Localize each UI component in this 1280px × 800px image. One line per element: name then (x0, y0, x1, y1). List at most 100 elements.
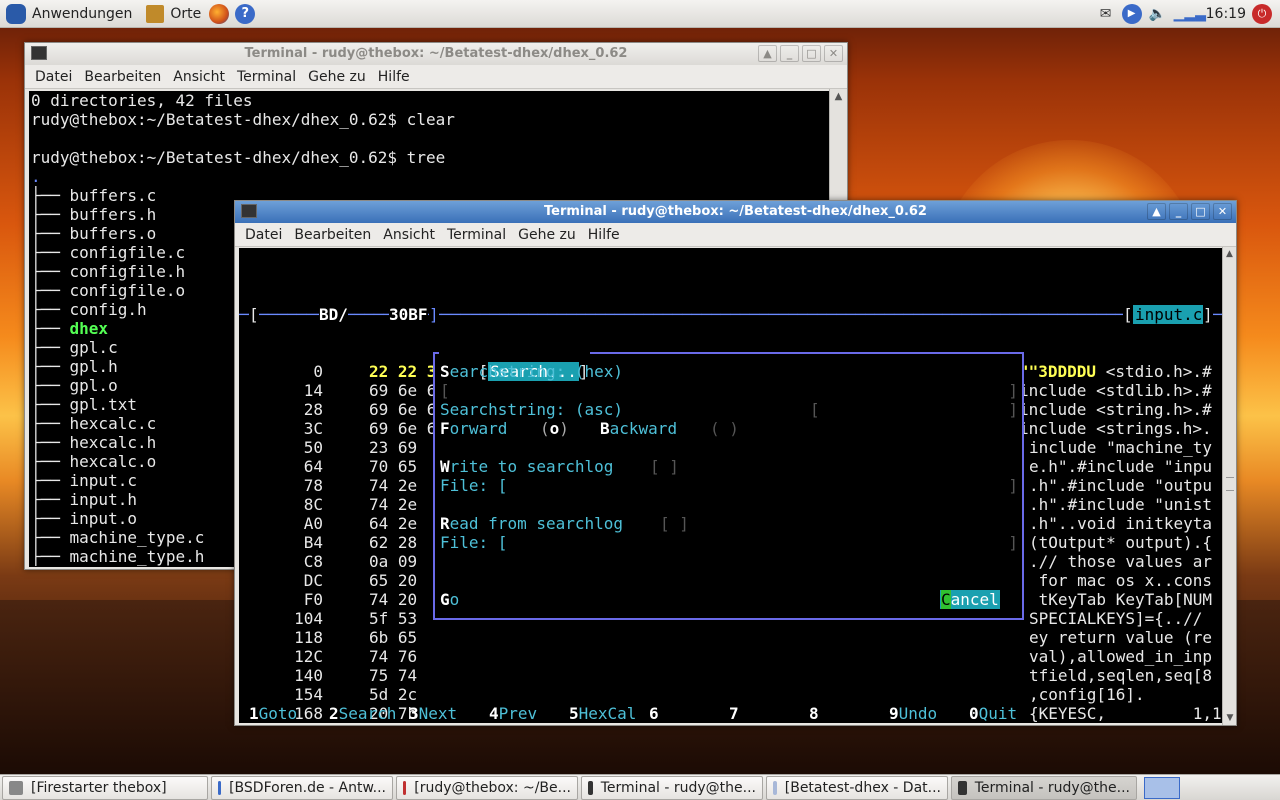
menu-hilfe[interactable]: Hilfe (372, 69, 416, 85)
scroll-grip-icon[interactable] (1226, 477, 1234, 491)
forward-option[interactable]: Forward (440, 419, 507, 438)
search-dialog[interactable]: [Search...] Searchstring: (hex) [] Searc… (433, 343, 1024, 620)
scroll-up-arrow-icon[interactable]: ▲ (830, 89, 847, 105)
ascii-column[interactable]: .h".#include "unist (1029, 495, 1212, 514)
logout-icon[interactable]: ⏻ (1252, 4, 1272, 24)
window-titlebar[interactable]: Terminal - rudy@thebox: ~/Betatest-dhex/… (25, 43, 847, 65)
window-titlebar[interactable]: Terminal - rudy@thebox: ~/Betatest-dhex/… (235, 201, 1236, 223)
hex-bytes-1[interactable]: 74 2e (369, 495, 417, 514)
wifi-signal-icon[interactable]: ▁▂▃ (1174, 4, 1206, 24)
backward-option[interactable]: Backward (600, 419, 677, 438)
cancel-button[interactable]: Cancel (940, 590, 1000, 609)
scroll-up-arrow-icon[interactable]: ▲ (1223, 247, 1236, 261)
ascii-column[interactable]: (tOutput* output).{ (1029, 533, 1212, 552)
help-icon[interactable]: ? (235, 3, 256, 24)
write-file-input[interactable]: File: [] (440, 476, 1018, 495)
maximize-icon[interactable]: □ (802, 45, 821, 62)
ascii-column[interactable]: val),allowed_in_inp (1029, 647, 1212, 666)
menu-ansicht[interactable]: Ansicht (377, 227, 441, 243)
shade-icon[interactable]: ▲ (1147, 203, 1166, 220)
ascii-column[interactable]: .h".#include "outpu (1029, 476, 1212, 495)
ascii-column[interactable]: e.h".#include "inpu (1029, 457, 1212, 476)
clock[interactable]: 16:19 (1206, 6, 1246, 22)
fkey-8[interactable]: 8 (809, 704, 819, 723)
ascii-column[interactable]: include <stdlib.h>.# (1019, 381, 1212, 400)
taskbar-item[interactable]: Terminal - rudy@the... (951, 775, 1137, 800)
taskbar-item[interactable]: Terminal - rudy@the... (581, 775, 763, 800)
volume-icon[interactable]: 🔈 (1148, 4, 1168, 24)
dhex-hex-editor[interactable]: ────────────────────────────────────────… (239, 248, 1222, 723)
fkey-6[interactable]: 6 (649, 704, 659, 723)
minimize-icon[interactable]: _ (1169, 203, 1188, 220)
hex-bytes-1[interactable]: 74 2e (369, 476, 417, 495)
fkey-5[interactable]: 5HexCal (569, 704, 636, 723)
scrollbar[interactable]: ▲ ▼ (1222, 247, 1236, 725)
close-icon[interactable]: ✕ (824, 45, 843, 62)
write-searchlog-checkbox[interactable]: [ ] (650, 457, 679, 476)
menu-terminal[interactable]: Terminal (441, 227, 512, 243)
read-searchlog-option[interactable]: Read from searchlog (440, 514, 623, 533)
media-play-icon[interactable]: ▶ (1121, 4, 1142, 24)
minimize-icon[interactable]: _ (780, 45, 799, 62)
hex-bytes-1[interactable]: 5d 2c (369, 685, 417, 704)
fkey-0[interactable]: 0Quit (969, 704, 1017, 723)
scroll-down-arrow-icon[interactable]: ▼ (1223, 711, 1237, 725)
hex-bytes-1[interactable]: 0a 09 (369, 552, 417, 571)
forward-radio[interactable]: (o) (540, 419, 569, 438)
fkey-2[interactable]: 2Search (329, 704, 396, 723)
close-icon[interactable]: ✕ (1213, 203, 1232, 220)
fkey-3[interactable]: 3Next (409, 704, 457, 723)
places-menu[interactable]: Orte (142, 0, 205, 28)
maximize-icon[interactable]: □ (1191, 203, 1210, 220)
write-searchlog-option[interactable]: Write to searchlog (440, 457, 613, 476)
read-searchlog-checkbox[interactable]: [ ] (660, 514, 689, 533)
ascii-column[interactable]: include <strings.h>. (1019, 419, 1212, 438)
hex-bytes-1[interactable]: 5f 53 (369, 609, 417, 628)
hex-bytes-1[interactable]: 70 65 (369, 457, 417, 476)
menu-datei[interactable]: Datei (239, 227, 288, 243)
taskbar-item[interactable]: [Firestarter thebox] (2, 775, 208, 800)
ascii-column[interactable]: tKeyTab KeyTab[NUM (1029, 590, 1212, 609)
ascii-column[interactable]: ""3DDDDU <stdio.h>.# (1019, 362, 1212, 381)
hex-search-input[interactable]: [] (440, 381, 1018, 400)
asc-search-input[interactable]: [] (810, 400, 1018, 419)
hex-bytes-1[interactable]: 65 20 (369, 571, 417, 590)
taskbar-item[interactable]: [rudy@thebox: ~/Be... (396, 775, 578, 800)
ascii-column[interactable]: include "machine_ty (1029, 438, 1212, 457)
ascii-column[interactable]: ,config[16]. (1029, 685, 1145, 704)
ascii-column[interactable]: for mac os x..cons (1029, 571, 1212, 590)
ascii-column[interactable]: include <string.h>.# (1019, 400, 1212, 419)
ascii-column[interactable]: ey return value (re (1029, 628, 1212, 647)
firefox-launcher-icon[interactable] (209, 3, 230, 24)
hex-bytes-1[interactable]: 62 28 (369, 533, 417, 552)
menu-bearbeiten[interactable]: Bearbeiten (288, 227, 377, 243)
hex-bytes-1[interactable]: 64 2e (369, 514, 417, 533)
hex-bytes-1[interactable]: 74 20 (369, 590, 417, 609)
read-file-input[interactable]: File: [] (440, 533, 1018, 552)
applications-menu[interactable]: Anwendungen (0, 0, 136, 28)
backward-radio[interactable]: ( ) (710, 419, 739, 438)
fkey-7[interactable]: 7 (729, 704, 739, 723)
hex-bytes-1[interactable]: 75 74 (369, 666, 417, 685)
hex-bytes-1[interactable]: 23 69 (369, 438, 417, 457)
shade-icon[interactable]: ▲ (758, 45, 777, 62)
menu-hilfe[interactable]: Hilfe (582, 227, 626, 243)
menu-ansicht[interactable]: Ansicht (167, 69, 231, 85)
menu-terminal[interactable]: Terminal (231, 69, 302, 85)
ascii-column[interactable]: SPECIALKEYS]={..// (1029, 609, 1202, 628)
network-icon[interactable]: ✉ (1096, 4, 1116, 24)
hex-bytes-1[interactable]: 6b 65 (369, 628, 417, 647)
hex-bytes-1[interactable]: 74 76 (369, 647, 417, 666)
fkey-4[interactable]: 4Prev (489, 704, 537, 723)
terminal-window-dhex[interactable]: Terminal - rudy@thebox: ~/Betatest-dhex/… (234, 200, 1237, 726)
menu-gehe-zu[interactable]: Gehe zu (512, 227, 582, 243)
fkey-9[interactable]: 9Undo (889, 704, 937, 723)
menu-bearbeiten[interactable]: Bearbeiten (78, 69, 167, 85)
menu-datei[interactable]: Datei (29, 69, 78, 85)
workspace-switcher-icon[interactable] (1144, 776, 1180, 799)
ascii-column[interactable]: .// those values ar (1029, 552, 1212, 571)
ascii-column[interactable]: .h"..void initkeyta (1029, 514, 1212, 533)
fkey-1[interactable]: 1Goto (249, 704, 297, 723)
go-button[interactable]: Go (440, 590, 459, 609)
menu-gehe-zu[interactable]: Gehe zu (302, 69, 372, 85)
